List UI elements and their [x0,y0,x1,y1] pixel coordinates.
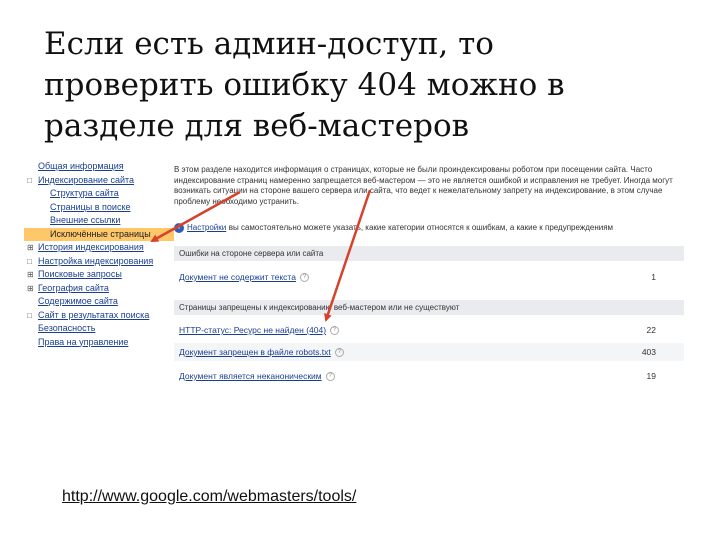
row-count: 22 [646,325,656,335]
row-link[interactable]: HTTP-статус: Ресурс не найден (404)? [179,321,340,339]
help-icon[interactable]: ? [325,372,335,382]
sidebar-item-label: Поисковые запросы [38,269,122,279]
sidebar-item-label: Безопасность [38,323,96,333]
help-icon[interactable]: ? [330,326,340,336]
sidebar-item-indexing-settings[interactable]: □ Настройка индексирования [24,255,174,269]
help-icon[interactable]: ? [299,273,309,283]
sidebar-item-label: Структура сайта [50,188,119,198]
sidebar-item-access-rights[interactable]: Права на управление [24,336,174,350]
section-header-server-errors: Ошибки на стороне сервера или сайта [174,246,684,261]
intro-text: В этом разделе находится информация о ст… [174,165,673,206]
table-row: Документ не содержит текста? 1 [174,268,684,286]
sidebar-item-label: Исключённые страницы [50,228,151,239]
sidebar-item-label: Сайт в результатах поиска [38,309,150,320]
sidebar-item-search-queries[interactable]: ⊞ Поисковые запросы [24,268,174,282]
sidebar-item-site-structure[interactable]: Структура сайта [24,187,174,201]
sidebar-item-label: Страницы в поиске [50,201,131,212]
sidebar-item-label: Индексирование сайта [38,174,135,185]
settings-notice: i Настройки вы самостоятельно можете указ… [174,220,679,234]
row-label: Документ запрещен в файле robots.txt [179,347,331,357]
sidebar-item-label: Права на управление [38,336,129,347]
expand-toggle-icon: □ [27,256,32,266]
info-icon: i [174,222,184,233]
row-link[interactable]: Документ является неканоническим? [179,367,335,385]
notice-text: вы самостоятельно можете указать, какие … [228,223,614,232]
settings-link[interactable]: Настройки [187,223,226,232]
slide-title: Если есть админ-доступ, то проверить оши… [44,26,565,144]
section-header-excluded: Страницы запрещены к индексированию веб-… [174,300,684,315]
row-label: Документ является неканоническим [179,371,322,381]
row-label: Документ не содержит текста [179,272,296,282]
row-count: 403 [641,347,656,357]
sidebar-item-indexing-history[interactable]: ⊞ История индексирования [24,241,174,255]
sidebar-nav: Общая информация □ Индексирование сайта … [24,160,174,349]
sidebar-item-label: История индексирования [38,242,144,252]
sidebar-item-excluded-pages[interactable]: Исключённые страницы [24,227,174,241]
table-row: Документ запрещен в файле robots.txt? 40… [174,343,684,361]
sidebar-item-site-geography[interactable]: ⊞ География сайта [24,282,174,296]
row-count: 19 [646,371,656,381]
sidebar-item-pages-in-search[interactable]: Страницы в поиске [24,201,174,215]
sidebar-item-label: Общая информация [38,161,124,171]
row-link[interactable]: Документ не содержит текста? [179,268,309,286]
row-link[interactable]: Документ запрещен в файле robots.txt? [179,343,344,361]
sidebar-item-security[interactable]: Безопасность [24,322,174,336]
sidebar-item-label: География сайта [38,282,109,293]
sidebar-item-general[interactable]: Общая информация [24,160,174,174]
webmaster-screenshot: Общая информация □ Индексирование сайта … [24,160,689,390]
expand-toggle-icon: ⊞ [27,243,34,252]
expand-toggle-icon: ⊞ [27,283,34,293]
table-row: Документ является неканоническим? 19 [174,367,684,385]
table-row: HTTP-статус: Ресурс не найден (404)? 22 [174,321,684,339]
row-label: HTTP-статус: Ресурс не найден (404) [179,325,327,335]
expand-toggle-icon: ⊞ [27,270,34,279]
expand-toggle-icon: □ [27,175,32,185]
sidebar-item-label: Внешние ссылки [50,215,121,225]
sidebar-item-site-content[interactable]: Содержимое сайта [24,295,174,309]
row-count: 1 [651,272,656,282]
help-icon[interactable]: ? [334,348,344,358]
sidebar-item-search-results[interactable]: □ Сайт в результатах поиска [24,309,174,323]
sidebar-item-label: Содержимое сайта [38,296,118,306]
source-link[interactable]: http://www.google.com/webmasters/tools/ [62,488,356,506]
expand-toggle-icon: □ [27,310,32,320]
sidebar-item-external-links[interactable]: Внешние ссылки [24,214,174,228]
sidebar-item-label: Настройка индексирования [38,255,154,266]
sidebar-item-indexing[interactable]: □ Индексирование сайта [24,174,174,188]
